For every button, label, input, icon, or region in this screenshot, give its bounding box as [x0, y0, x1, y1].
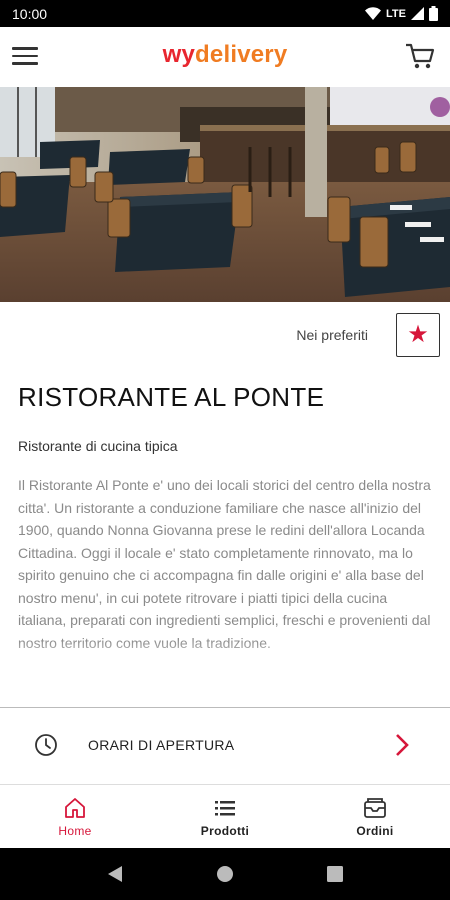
status-bar: 10:00 LTE — [0, 0, 450, 27]
app-logo: wydelivery — [0, 41, 450, 69]
app-screen: 10:00 LTE wydelivery Nei preferiti ★ RIS… — [0, 0, 450, 900]
status-icons: LTE — [365, 6, 438, 21]
back-icon[interactable] — [100, 859, 130, 889]
star-icon: ★ — [407, 321, 429, 348]
home-circle-icon[interactable] — [210, 859, 240, 889]
restaurant-name: RISTORANTE AL PONTE — [18, 382, 325, 412]
nav-item-prodotti[interactable]: Prodotti — [150, 785, 300, 848]
cart-icon[interactable] — [404, 41, 436, 71]
favorite-label: Nei preferiti — [296, 327, 368, 343]
signal-icon — [411, 7, 424, 20]
logo-text-wy: wy — [162, 41, 196, 68]
orders-icon — [364, 798, 386, 818]
favorite-row: Nei preferiti ★ — [296, 313, 440, 357]
restaurant-description: Il Ristorante Al Ponte e' uno dei locali… — [18, 477, 431, 651]
recents-icon[interactable] — [320, 859, 350, 889]
battery-icon — [429, 6, 438, 21]
bottom-navigation: Home Prodotti Ordini — [0, 784, 450, 848]
description-fade — [0, 640, 450, 668]
logo-text-delivery: delivery — [195, 41, 288, 68]
opening-hours-label: ORARI DI APERTURA — [88, 737, 235, 753]
chevron-right-icon — [396, 734, 409, 756]
clock-icon — [35, 734, 57, 756]
nav-item-ordini[interactable]: Ordini — [300, 785, 450, 848]
nav-label-ordini: Ordini — [356, 824, 394, 838]
system-navigation-bar — [0, 848, 450, 900]
nav-label-home: Home — [58, 824, 92, 838]
restaurant-photo — [0, 87, 450, 302]
nav-label-prodotti: Prodotti — [200, 824, 250, 838]
app-bar: wydelivery — [0, 27, 450, 87]
restaurant-subtitle: Ristorante di cucina tipica — [18, 438, 178, 454]
status-time: 10:00 — [12, 5, 48, 22]
home-icon — [65, 798, 85, 818]
wifi-icon — [365, 7, 382, 20]
opening-hours-row[interactable]: ORARI DI APERTURA — [0, 708, 450, 782]
nav-item-home[interactable]: Home — [0, 785, 150, 848]
list-icon — [215, 801, 235, 816]
network-type: LTE — [386, 7, 406, 20]
favorite-button[interactable]: ★ — [396, 313, 440, 357]
